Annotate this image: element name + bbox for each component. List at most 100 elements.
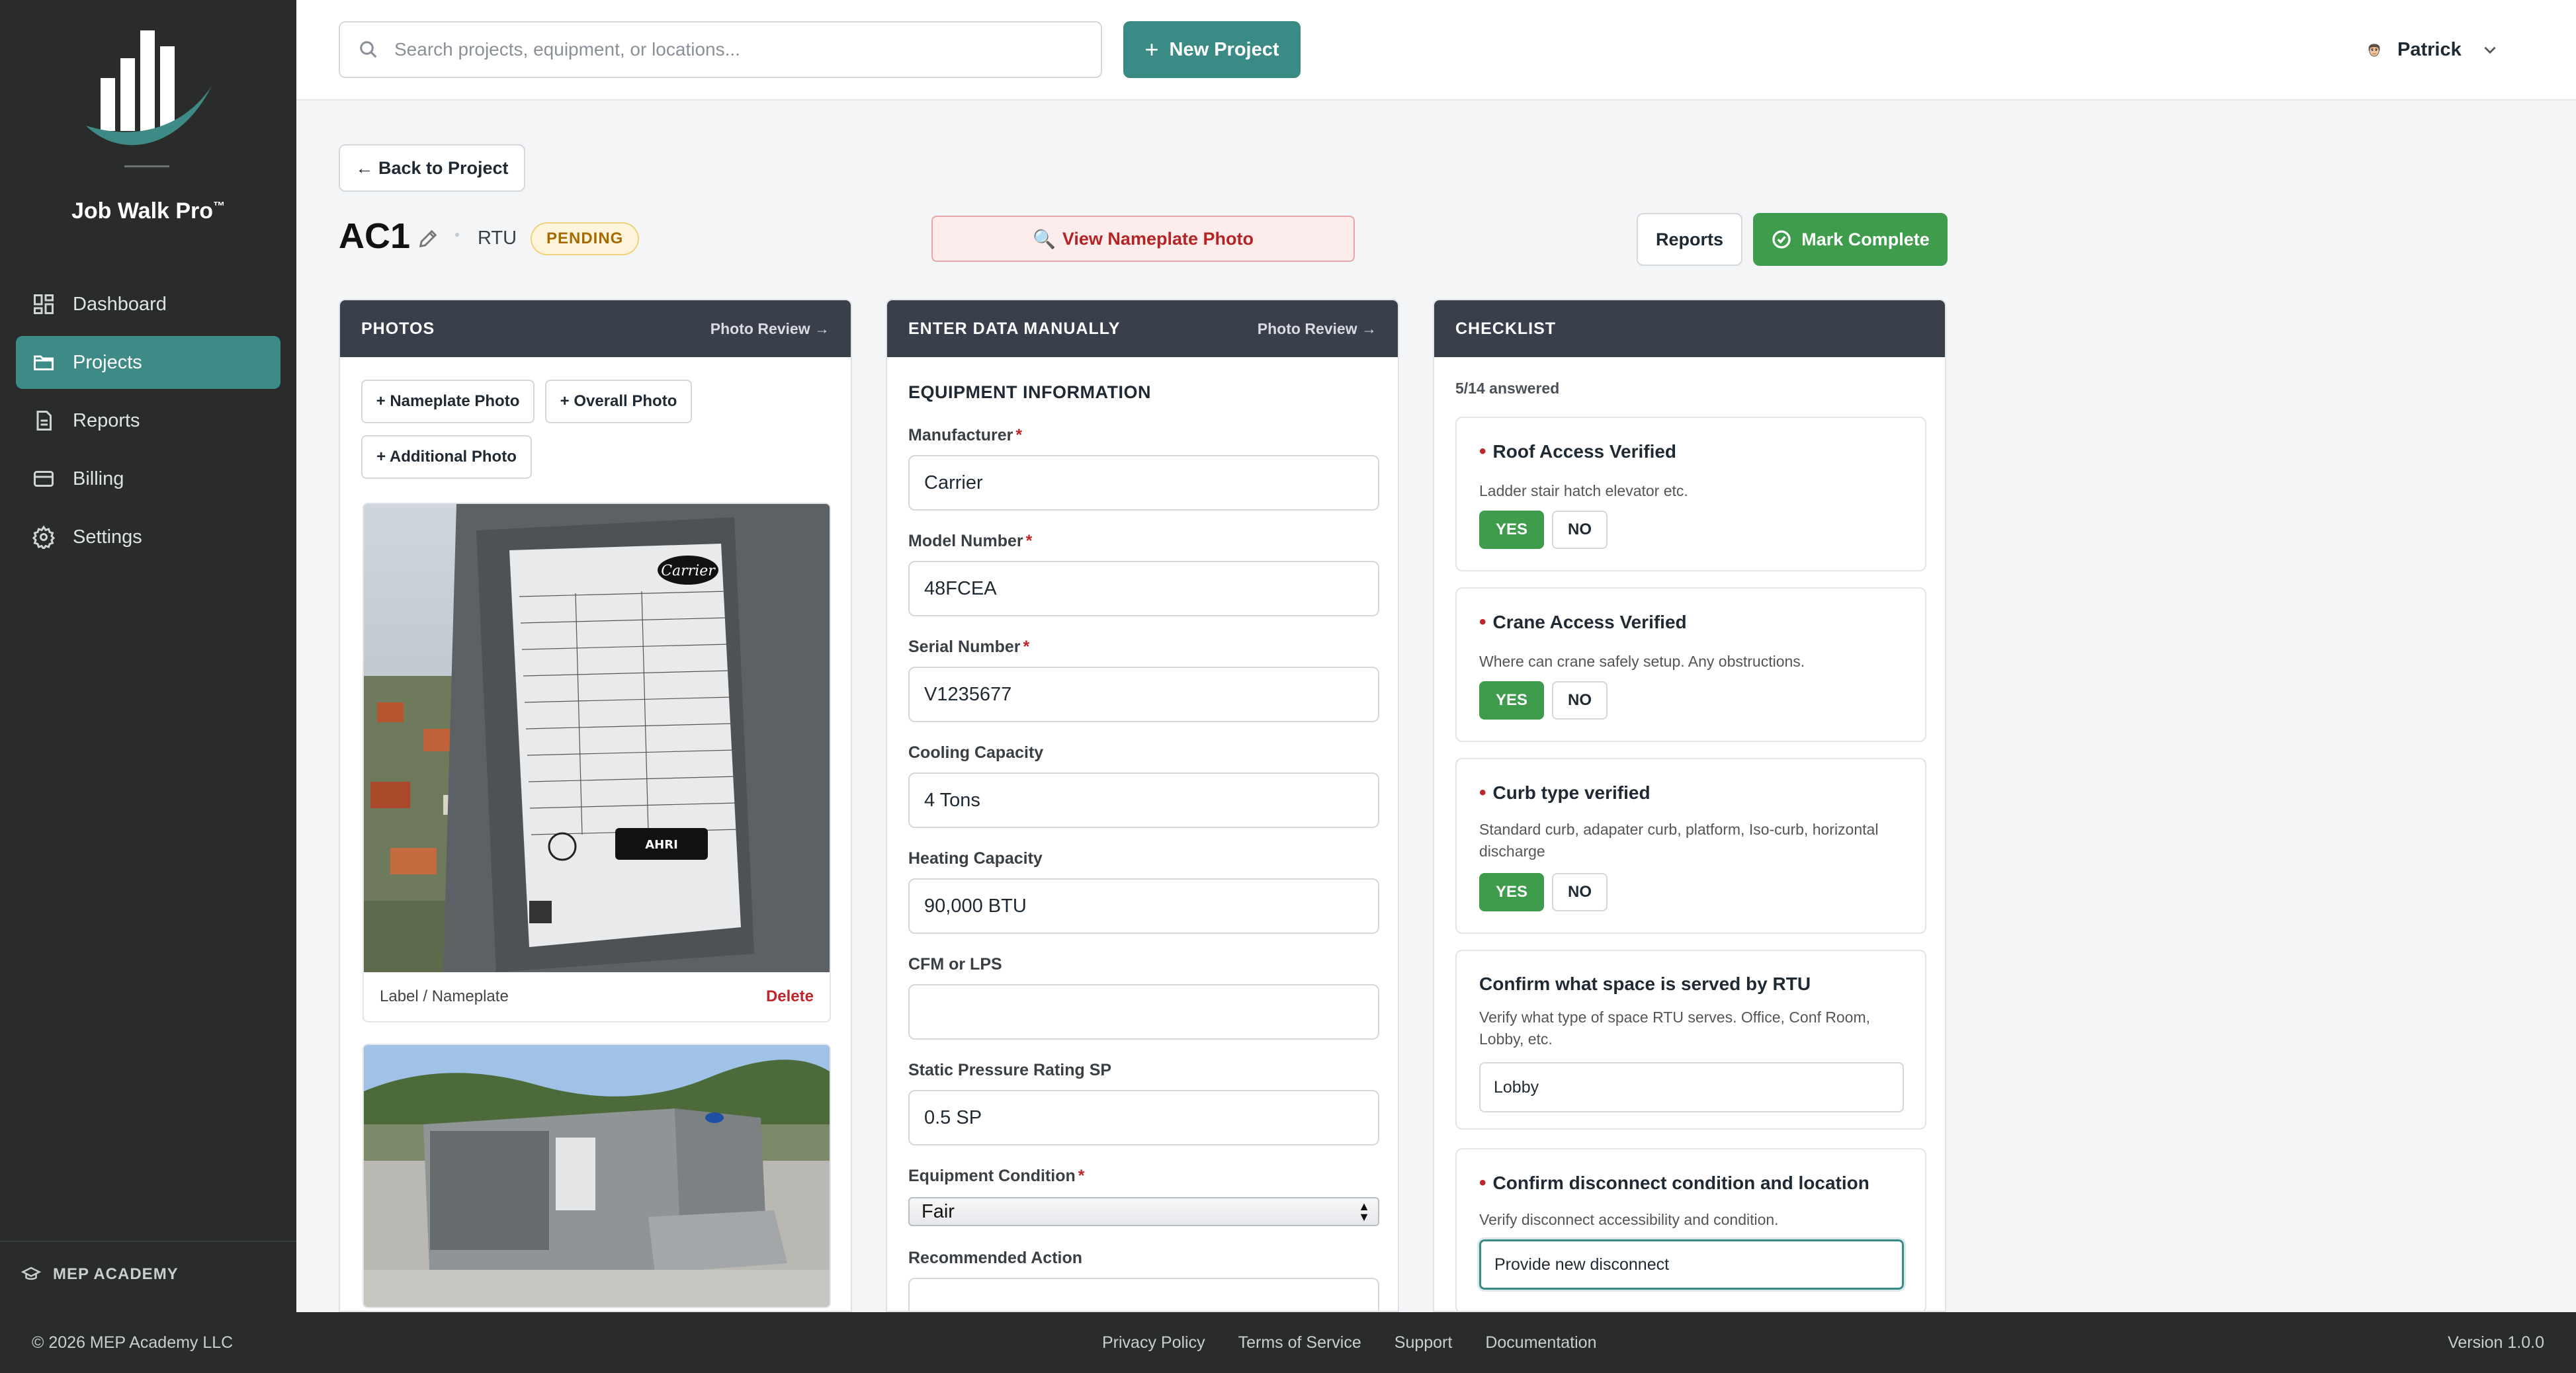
cfm-label: CFM or LPS <box>908 955 1002 974</box>
search-input[interactable]: Search projects, equipment, or locations… <box>339 21 1102 78</box>
folder-icon <box>34 355 54 370</box>
page-title: AC1 <box>339 216 411 256</box>
avatar <box>2368 44 2380 57</box>
recommended-action-field[interactable] <box>908 1278 1379 1311</box>
checklist-panel-header: CHECKLIST <box>1434 300 1945 357</box>
checklist-item-title: • Confirm disconnect condition and locati… <box>1479 1172 1869 1194</box>
equipment-condition-value: Fair <box>922 1200 955 1222</box>
photos-panel: PHOTOS Photo Review → + Nameplate Photo … <box>339 299 852 1312</box>
cooling-capacity-label: Cooling Capacity <box>908 743 1044 762</box>
photos-panel-title: PHOTOS <box>361 319 435 338</box>
footer: © 2026 MEP Academy LLC Privacy Policy Te… <box>0 1312 2576 1373</box>
photo-caption-row: Label / Nameplate Delete <box>364 972 830 1021</box>
checklist-item-desc: Verify disconnect accessibility and cond… <box>1479 1211 1779 1228</box>
data-panel-header: ENTER DATA MANUALLY Photo Review → <box>887 300 1398 357</box>
heating-capacity-field[interactable]: 90,000 BTU <box>908 878 1379 934</box>
checklist-item-desc: Verify what type of space RTU serves. Of… <box>1479 1009 1871 1048</box>
terms-link[interactable]: Terms of Service <box>1238 1333 1361 1352</box>
sidebar-item-settings[interactable]: Settings <box>16 511 280 563</box>
no-button[interactable]: NO <box>1552 681 1608 720</box>
model-number-field[interactable]: 48FCEA <box>908 561 1379 616</box>
add-additional-photo-button[interactable]: + Additional Photo <box>361 435 532 479</box>
copyright: © 2026 MEP Academy LLC <box>32 1333 234 1352</box>
checklist-item-title: • Curb type verified <box>1479 782 1651 804</box>
equipment-condition-select[interactable]: Fair ▲ ▼ <box>908 1197 1379 1226</box>
privacy-policy-link[interactable]: Privacy Policy <box>1102 1333 1205 1352</box>
nameplate-photo[interactable]: Carrier AHRI <box>364 504 830 972</box>
support-link[interactable]: Support <box>1395 1333 1453 1352</box>
add-overall-photo-button[interactable]: + Overall Photo <box>545 380 692 423</box>
data-panel-title: ENTER DATA MANUALLY <box>908 319 1121 338</box>
select-arrows-icon: ▲ ▼ <box>1358 1200 1370 1224</box>
documentation-link[interactable]: Documentation <box>1485 1333 1596 1352</box>
sidebar-item-label: Projects <box>73 351 142 373</box>
search-placeholder: Search projects, equipment, or locations… <box>394 39 740 60</box>
answered-count: 5/14 answered <box>1455 380 1560 397</box>
cfm-field[interactable] <box>908 984 1379 1040</box>
space-served-input[interactable]: Lobby <box>1479 1062 1904 1112</box>
job-walk-pro-logo[interactable] <box>79 26 218 159</box>
model-number-label: Model Number * <box>908 532 1033 550</box>
photo-review-link[interactable]: Photo Review → <box>1258 320 1377 338</box>
no-button[interactable]: NO <box>1552 873 1608 911</box>
overall-photo[interactable] <box>364 1045 830 1308</box>
sidebar-item-projects[interactable]: Projects <box>16 336 280 389</box>
photo-card[interactable] <box>363 1044 831 1308</box>
status-badge: PENDING <box>531 222 640 255</box>
view-nameplate-label: View Nameplate Photo <box>1062 228 1254 249</box>
add-nameplate-photo-button[interactable]: + Nameplate Photo <box>361 380 535 423</box>
reports-button[interactable]: Reports <box>1637 213 1742 266</box>
checklist-panel: CHECKLIST 5/14 answered • Roof Access Ver… <box>1433 299 1946 1312</box>
static-pressure-field[interactable]: 0.5 SP <box>908 1090 1379 1145</box>
checklist-item-title: • Roof Access Verified <box>1479 440 1677 462</box>
version: Version 1.0.0 <box>2448 1333 2544 1352</box>
recommended-action-label: Recommended Action <box>908 1249 1083 1267</box>
credit-card-icon <box>34 471 54 487</box>
required-dot: • <box>1479 440 1486 462</box>
serial-number-label: Serial Number * <box>908 638 1030 656</box>
serial-number-field[interactable]: V1235677 <box>908 667 1379 722</box>
footer-links: Privacy Policy Terms of Service Support … <box>1102 1333 1596 1352</box>
sidebar-item-dashboard[interactable]: Dashboard <box>16 278 280 331</box>
required-dot: • <box>1479 782 1486 804</box>
disconnect-input[interactable]: Provide new disconnect <box>1479 1239 1904 1290</box>
svg-text:AHRI: AHRI <box>645 838 678 852</box>
manufacturer-field[interactable]: Carrier <box>908 455 1379 511</box>
chevron-down-icon <box>2484 46 2496 54</box>
checklist-panel-title: CHECKLIST <box>1455 319 1557 338</box>
yes-no-toggle: YES NO <box>1479 511 1608 549</box>
yes-button[interactable]: YES <box>1479 681 1544 720</box>
photo-caption: Label / Nameplate <box>380 987 509 1005</box>
sidebar-item-billing[interactable]: Billing <box>16 452 280 505</box>
sidebar-item-reports[interactable]: Reports <box>16 394 280 447</box>
sidebar: Job Walk Pro™ Dashboard Projects Reports… <box>0 0 296 1312</box>
separator-dot <box>455 233 459 237</box>
mark-complete-button[interactable]: Mark Complete <box>1753 213 1948 266</box>
checklist-item: • Curb type verified Standard curb, adapa… <box>1455 758 1926 934</box>
photo-card[interactable]: Carrier AHRI Label / Nameplate Delete <box>363 503 831 1022</box>
graduation-cap-icon <box>21 1267 41 1280</box>
yes-button[interactable]: YES <box>1479 511 1544 549</box>
back-to-project-button[interactable]: ← Back to Project <box>339 144 525 192</box>
required-dot: • <box>1479 611 1486 633</box>
checklist-item: • Roof Access Verified Ladder stair hatch… <box>1455 417 1926 571</box>
photo-review-link[interactable]: Photo Review → <box>710 320 830 338</box>
yes-button[interactable]: YES <box>1479 873 1544 911</box>
pencil-icon[interactable] <box>417 228 439 250</box>
check-circle-icon <box>1772 230 1791 249</box>
cooling-capacity-field[interactable]: 4 Tons <box>908 772 1379 828</box>
yes-no-toggle: YES NO <box>1479 681 1608 720</box>
checklist-item-title: • Crane Access Verified <box>1479 611 1687 633</box>
new-project-button[interactable]: + New Project <box>1123 21 1301 78</box>
mep-academy-link[interactable]: MEP ACADEMY <box>21 1265 179 1284</box>
equipment-type: RTU <box>478 228 517 249</box>
user-menu[interactable]: Patrick <box>2366 21 2499 78</box>
delete-photo-button[interactable]: Delete <box>766 987 814 1006</box>
gear-icon <box>32 525 56 549</box>
user-name: Patrick <box>2397 38 2462 60</box>
required-dot: • <box>1479 1172 1486 1194</box>
view-nameplate-button[interactable]: 🔍 View Nameplate Photo <box>931 216 1355 262</box>
document-icon <box>36 411 52 431</box>
no-button[interactable]: NO <box>1552 511 1608 549</box>
checklist-item: Confirm what space is served by RTU Veri… <box>1455 950 1926 1130</box>
